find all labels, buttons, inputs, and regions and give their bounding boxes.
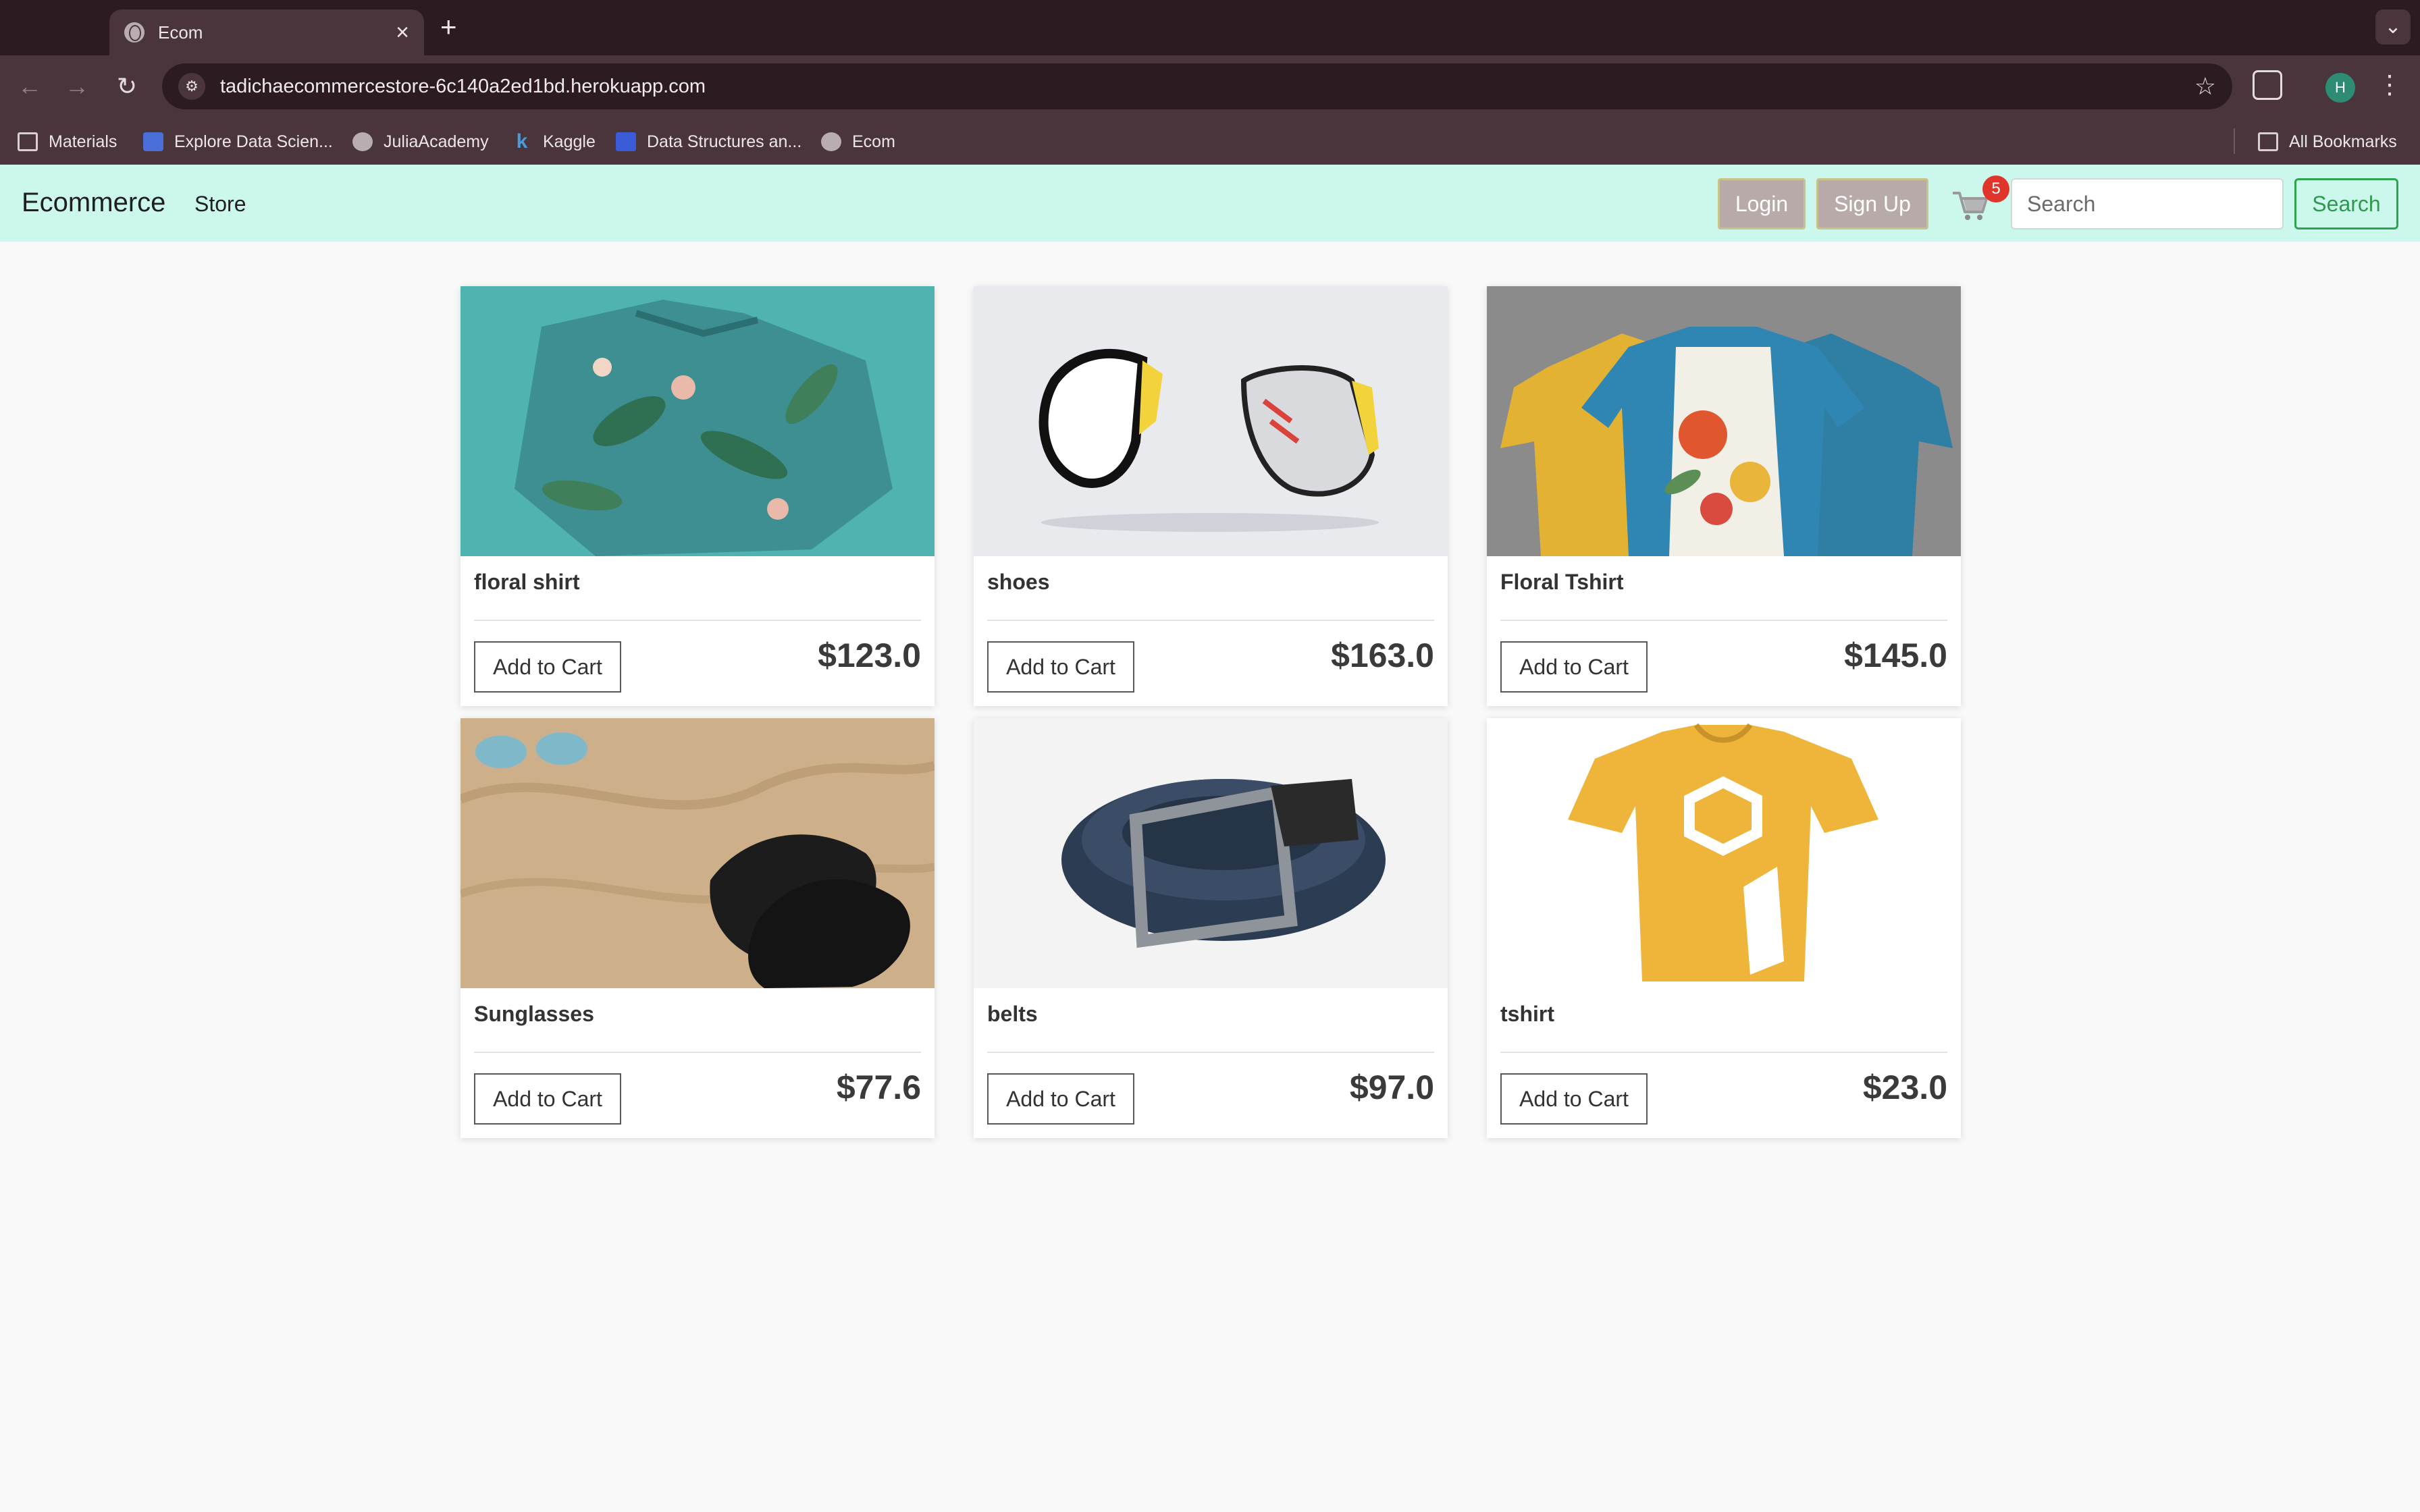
product-price: $145.0 — [1844, 637, 1947, 674]
tab-title: Ecom — [158, 22, 203, 43]
product-price: $23.0 — [1862, 1069, 1947, 1106]
product-price: $97.0 — [1349, 1069, 1434, 1106]
all-bookmarks[interactable]: All Bookmarks — [2258, 130, 2397, 154]
shoes-image — [974, 286, 1448, 556]
divider — [1500, 620, 1947, 621]
tab-search-menu-button[interactable]: ⌄ — [2375, 9, 2411, 45]
product-price: $77.6 — [836, 1069, 921, 1106]
sunglasses-image — [461, 718, 935, 988]
product-card: shoes Add to Cart $163.0 — [974, 286, 1448, 706]
cart-count-badge: 5 — [1982, 176, 2009, 202]
product-card: Floral Tshirt Add to Cart $145.0 — [1487, 286, 1961, 706]
address-bar[interactable]: ⚙ tadichaecommercestore-6c140a2ed1bd.her… — [162, 63, 2232, 109]
folder-icon — [2258, 132, 2278, 151]
product-image[interactable] — [461, 718, 935, 988]
globe-icon — [352, 132, 373, 151]
bookmark-label: Kaggle — [543, 132, 596, 151]
product-name: Sunglasses — [474, 1002, 594, 1026]
divider — [987, 620, 1434, 621]
new-tab-button[interactable]: + — [440, 9, 457, 45]
product-card: belts Add to Cart $97.0 — [974, 718, 1448, 1138]
add-to-cart-button[interactable]: Add to Cart — [987, 1073, 1134, 1125]
add-to-cart-button[interactable]: Add to Cart — [1500, 1073, 1648, 1125]
store-link[interactable]: Store — [194, 192, 246, 217]
divider — [987, 1052, 1434, 1053]
bookmark-kaggle[interactable]: k Kaggle — [512, 130, 596, 154]
belts-image — [974, 718, 1448, 988]
search-input[interactable] — [2011, 178, 2284, 230]
product-image[interactable] — [974, 286, 1448, 556]
bookmark-label: JuliaAcademy — [384, 132, 489, 151]
product-image[interactable] — [1487, 286, 1961, 556]
forward-arrow-icon[interactable]: → — [59, 69, 95, 104]
globe-icon — [821, 132, 841, 151]
brand-link[interactable]: Ecommerce — [22, 188, 165, 218]
extensions-icon[interactable] — [2253, 70, 2282, 100]
signup-button[interactable]: Sign Up — [1816, 178, 1928, 230]
bookmark-materials[interactable]: Materials — [18, 130, 117, 154]
product-price: $123.0 — [818, 637, 921, 674]
app-icon — [143, 132, 163, 151]
address-url[interactable]: tadichaecommercestore-6c140a2ed1bd.herok… — [220, 76, 2194, 98]
search-button[interactable]: Search — [2294, 178, 2398, 230]
bookmark-data-structures[interactable]: Data Structures an... — [616, 130, 801, 154]
bookmarks-bar: Materials Explore Data Scien... JuliaAca… — [0, 117, 2420, 165]
bookmarks-divider — [2234, 128, 2235, 154]
product-card: floral shirt Add to Cart $123.0 — [461, 286, 935, 706]
floral-tshirt-image — [1487, 286, 1961, 556]
product-name: Floral Tshirt — [1500, 570, 1624, 594]
product-card: tshirt Add to Cart $23.0 — [1487, 718, 1961, 1138]
close-tab-icon[interactable]: × — [396, 21, 409, 44]
product-name: shoes — [987, 570, 1050, 594]
tshirt-image — [1487, 718, 1961, 988]
product-name: tshirt — [1500, 1002, 1554, 1026]
back-arrow-icon[interactable]: ← — [12, 69, 47, 104]
browser-menu-icon[interactable]: ⋮ — [2377, 68, 2402, 103]
globe-icon — [124, 22, 144, 43]
product-price: $163.0 — [1331, 637, 1434, 674]
bookmark-icon — [616, 132, 636, 151]
add-to-cart-button[interactable]: Add to Cart — [474, 641, 621, 693]
site-info-icon[interactable]: ⚙ — [178, 73, 205, 100]
bookmark-ecom[interactable]: Ecom — [821, 130, 895, 154]
product-image[interactable] — [1487, 718, 1961, 988]
bookmark-star-icon[interactable]: ☆ — [2194, 72, 2216, 101]
product-card: Sunglasses Add to Cart $77.6 — [461, 718, 935, 1138]
product-image[interactable] — [974, 718, 1448, 988]
bookmark-juliaacademy[interactable]: JuliaAcademy — [352, 130, 489, 154]
add-to-cart-button[interactable]: Add to Cart — [987, 641, 1134, 693]
bookmark-label: Data Structures an... — [647, 132, 802, 151]
floral-shirt-image — [461, 286, 935, 556]
add-to-cart-button[interactable]: Add to Cart — [1500, 641, 1648, 693]
site-navbar: Ecommerce Store Login Sign Up Search — [0, 165, 2420, 242]
reload-icon[interactable]: ↻ — [109, 69, 144, 104]
divider — [474, 620, 921, 621]
login-button[interactable]: Login — [1718, 178, 1806, 230]
folder-icon — [18, 132, 38, 151]
browser-toolbar: ← → ↻ ⚙ tadichaecommercestore-6c140a2ed1… — [0, 55, 2420, 117]
profile-avatar[interactable]: H — [2325, 73, 2355, 103]
product-image[interactable] — [461, 286, 935, 556]
add-to-cart-button[interactable]: Add to Cart — [474, 1073, 621, 1125]
divider — [474, 1052, 921, 1053]
bookmark-label: Materials — [49, 132, 117, 151]
divider — [1500, 1052, 1947, 1053]
kaggle-icon: k — [516, 130, 528, 153]
bookmark-label: All Bookmarks — [2289, 132, 2397, 151]
product-name: belts — [987, 1002, 1038, 1026]
product-name: floral shirt — [474, 570, 580, 594]
bookmark-label: Explore Data Scien... — [174, 132, 333, 151]
browser-tab-ecom[interactable]: Ecom × — [109, 9, 424, 55]
browser-tab-strip: Ecom × + ⌄ — [0, 0, 2420, 55]
bookmark-label: Ecom — [852, 132, 895, 151]
bookmark-explore-data-science[interactable]: Explore Data Scien... — [143, 130, 333, 154]
